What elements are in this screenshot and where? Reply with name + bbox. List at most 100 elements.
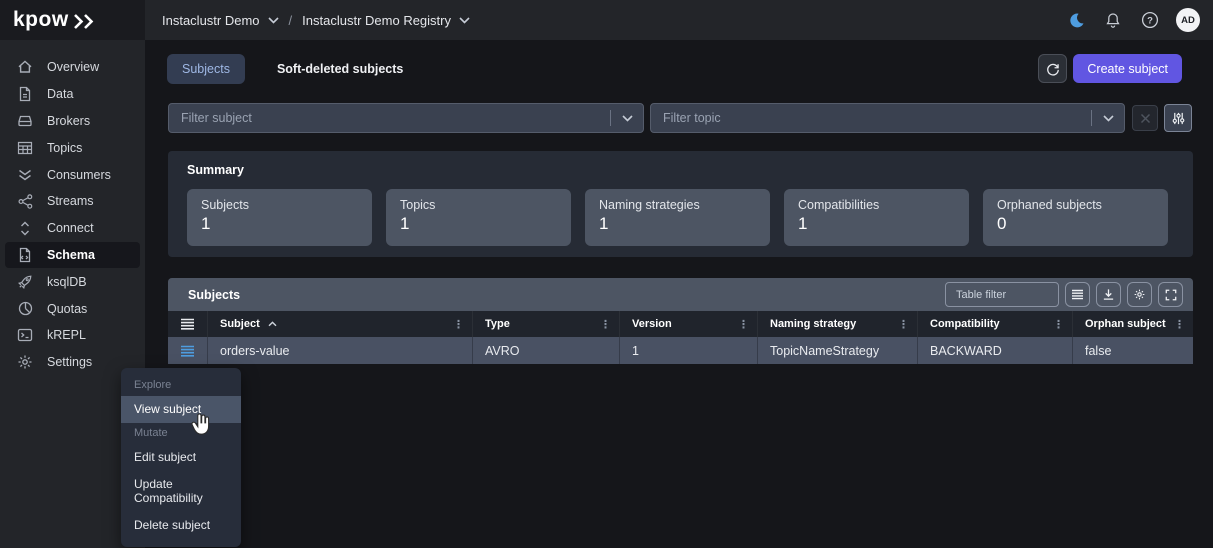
column-header-version[interactable]: Version ⋮: [620, 311, 758, 337]
sidebar-item-overview[interactable]: Overview: [5, 54, 140, 81]
refresh-button[interactable]: [1038, 54, 1067, 83]
tab-subjects[interactable]: Subjects: [167, 54, 245, 84]
notifications-bell-icon[interactable]: [1102, 9, 1124, 31]
summary-panel: Summary Subjects 1 Topics 1 Naming strat…: [168, 151, 1193, 257]
cell-compatibility: BACKWARD: [918, 337, 1073, 364]
home-icon: [17, 59, 33, 75]
sidebar-item-connect[interactable]: Connect: [5, 215, 140, 242]
drive-icon: [17, 113, 33, 129]
column-header-naming-strategy[interactable]: Naming strategy ⋮: [758, 311, 918, 337]
summary-value: 1: [599, 214, 756, 234]
menu-item-update-compatibility[interactable]: Update Compatibility: [121, 471, 241, 512]
summary-card-naming-strategies: Naming strategies 1: [585, 189, 770, 246]
kpow-logo[interactable]: kpow: [0, 0, 145, 40]
summary-card-orphaned-subjects: Orphaned subjects 0: [983, 189, 1168, 246]
table-settings-gear-button[interactable]: [1127, 282, 1152, 307]
column-menu-button[interactable]: [1065, 282, 1090, 307]
menu-item-edit-subject[interactable]: Edit subject: [121, 444, 241, 471]
sidebar-item-streams[interactable]: Streams: [5, 188, 140, 215]
row-menu-column-header[interactable]: [168, 311, 208, 337]
cell-orphan-subject: false: [1073, 337, 1193, 364]
sidebar-item-settings[interactable]: Settings: [5, 349, 140, 376]
sidebar-item-data[interactable]: Data: [5, 81, 140, 108]
sidebar-item-topics[interactable]: Topics: [5, 134, 140, 161]
table-panel-header: Subjects: [168, 278, 1193, 311]
summary-value: 1: [201, 214, 358, 234]
chevron-down-icon: [459, 17, 470, 24]
sort-ascending-icon: [268, 321, 277, 327]
summary-value: 0: [997, 214, 1154, 234]
tab-soft-deleted-subjects[interactable]: Soft-deleted subjects: [277, 62, 403, 76]
help-icon[interactable]: ?: [1139, 9, 1161, 31]
user-avatar[interactable]: AD: [1176, 8, 1200, 32]
svg-text:?: ?: [1147, 16, 1153, 27]
column-header-compatibility[interactable]: Compatibility ⋮: [918, 311, 1073, 337]
chevron-down-icon[interactable]: [1092, 115, 1124, 122]
table-row[interactable]: orders-value AVRO 1 TopicNameStrategy BA…: [168, 337, 1193, 364]
chevron-down-icon[interactable]: [611, 115, 643, 122]
context-menu-section-explore: Explore: [121, 375, 241, 396]
sidebar-item-ksqldb[interactable]: ksqlDB: [5, 268, 140, 295]
table-panel-title: Subjects: [188, 288, 240, 302]
cluster-selector[interactable]: Instaclustr Demo: [162, 13, 279, 28]
column-header-orphan-subject[interactable]: Orphan subject ⋮: [1073, 311, 1193, 337]
create-subject-button[interactable]: Create subject: [1073, 54, 1182, 83]
column-menu-dots-icon[interactable]: ⋮: [453, 318, 464, 331]
filter-sliders-button[interactable]: [1164, 104, 1192, 132]
tabs-actions: Create subject: [1038, 54, 1213, 83]
sidebar-item-quotas[interactable]: Quotas: [5, 295, 140, 322]
cell-subject[interactable]: orders-value: [208, 337, 473, 364]
summary-card-topics: Topics 1: [386, 189, 571, 246]
menu-item-view-subject[interactable]: View subject: [121, 396, 241, 423]
column-header-subject[interactable]: Subject ⋮: [208, 311, 473, 337]
dark-mode-moon-icon[interactable]: [1065, 9, 1087, 31]
column-menu-dots-icon[interactable]: ⋮: [1053, 318, 1064, 331]
summary-card-subjects: Subjects 1: [187, 189, 372, 246]
kpow-logo-chevrons-icon: [73, 13, 99, 30]
column-menu-dots-icon[interactable]: ⋮: [738, 318, 749, 331]
column-header-type[interactable]: Type ⋮: [473, 311, 620, 337]
cell-naming-strategy: TopicNameStrategy: [758, 337, 918, 364]
column-menu-dots-icon[interactable]: ⋮: [600, 318, 611, 331]
cell-type: AVRO: [473, 337, 620, 364]
summary-value: 1: [798, 214, 955, 234]
chevron-down-icon: [268, 17, 279, 24]
sidebar-item-krepl[interactable]: kREPL: [5, 322, 140, 349]
sidebar-item-consumers[interactable]: Consumers: [5, 161, 140, 188]
sort-arrows-icon: [17, 220, 33, 236]
table-tools: [945, 282, 1183, 307]
filter-topic-input[interactable]: [651, 111, 1091, 125]
subjects-table-panel: Subjects: [168, 278, 1193, 364]
filter-subject-input[interactable]: [169, 111, 610, 125]
pie-chart-icon: [17, 301, 33, 317]
sidebar-item-schema[interactable]: Schema: [5, 242, 140, 269]
filters-row: [145, 97, 1213, 141]
main-content: Subjects Soft-deleted subjects Create su…: [145, 40, 1213, 548]
filter-subject-field: [168, 103, 644, 133]
filter-topic-field: [650, 103, 1125, 133]
kpow-logo-text: kpow: [13, 8, 69, 32]
table-filter-input[interactable]: [945, 282, 1059, 307]
fullscreen-button[interactable]: [1158, 282, 1183, 307]
column-menu-dots-icon[interactable]: ⋮: [898, 318, 909, 331]
document-icon: [17, 86, 33, 102]
column-menu-dots-icon[interactable]: ⋮: [1174, 318, 1185, 331]
rocket-icon: [17, 274, 33, 290]
summary-value: 1: [400, 214, 557, 234]
breadcrumb-separator: /: [289, 13, 293, 28]
row-actions-menu-icon[interactable]: [168, 337, 208, 364]
share-network-icon: [17, 193, 33, 209]
topbar-actions: ? AD: [1065, 8, 1213, 32]
sidebar-item-brokers[interactable]: Brokers: [5, 108, 140, 135]
summary-cards: Subjects 1 Topics 1 Naming strategies 1 …: [187, 189, 1174, 246]
table-header-row: Subject ⋮ Type ⋮ Version ⋮ Naming strate…: [168, 311, 1193, 337]
clear-filters-button[interactable]: [1132, 105, 1158, 131]
terminal-icon: [17, 327, 33, 343]
registry-selector-label: Instaclustr Demo Registry: [302, 13, 451, 28]
breadcrumb: Instaclustr Demo / Instaclustr Demo Regi…: [162, 13, 470, 28]
cell-version: 1: [620, 337, 758, 364]
registry-selector[interactable]: Instaclustr Demo Registry: [302, 13, 470, 28]
gear-icon: [17, 354, 33, 370]
download-button[interactable]: [1096, 282, 1121, 307]
menu-item-delete-subject[interactable]: Delete subject: [121, 512, 241, 539]
